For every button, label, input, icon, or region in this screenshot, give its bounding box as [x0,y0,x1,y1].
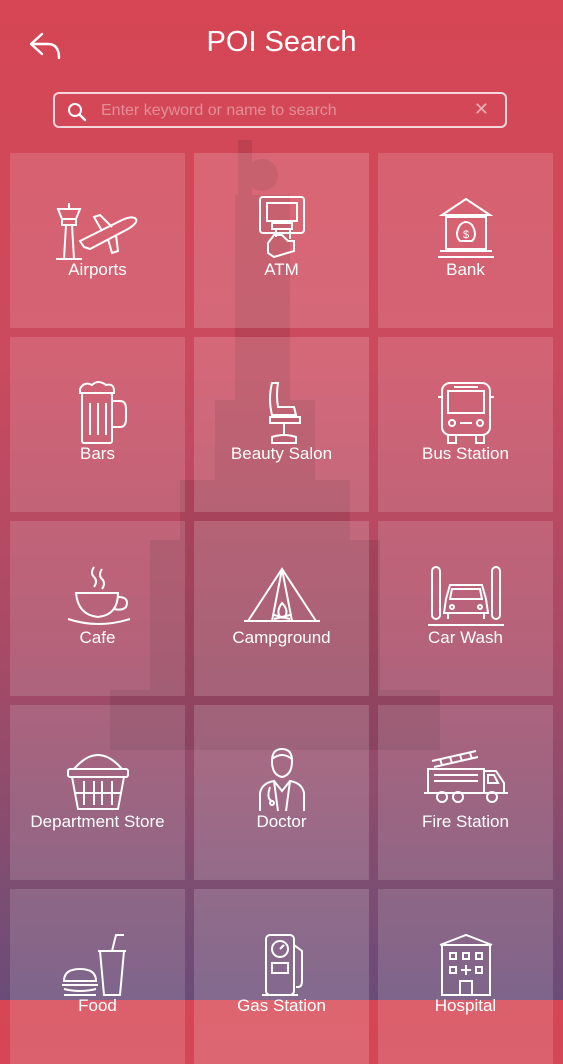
category-label: Fire Station [422,812,509,831]
header-bar: POI Search [0,0,563,90]
category-label: Bus Station [422,444,509,463]
bus-icon [437,382,494,444]
salon-chair-icon [268,382,301,444]
doctor-icon [258,747,305,812]
bank-icon: $ [437,197,494,258]
search-input[interactable] [99,98,463,124]
category-tile-atm[interactable]: ATM [194,153,369,328]
beer-mug-icon [78,381,127,444]
category-label: Airports [68,260,127,279]
category-tile-campground[interactable]: Campground [194,521,369,696]
tent-icon [243,567,320,622]
car-wash-icon [427,566,504,626]
search-icon [68,103,87,122]
category-tile-fire-station[interactable]: Fire Station [378,705,553,880]
category-label: Cafe [79,628,116,647]
category-label: Beauty Salon [230,444,333,463]
category-tile-bars[interactable]: Bars [10,337,185,512]
category-tile-airports[interactable]: Airports [10,153,185,328]
category-label: Car Wash [428,628,503,647]
category-tile-doctor[interactable]: Doctor [194,705,369,880]
category-tile-food[interactable]: Food [10,889,185,1064]
svg-text:$: $ [462,229,468,241]
category-label: ATM [264,260,299,279]
clear-search-icon[interactable]: ✕ [474,99,489,120]
category-tile-bus-station[interactable]: Bus Station [378,337,553,512]
airport-icon [55,203,137,260]
coffee-cup-icon [67,566,130,625]
category-label: Hospital [434,996,497,1015]
category-tile-car-wash[interactable]: Car Wash [378,521,553,696]
category-tile-gas-station[interactable]: Gas Station [194,889,369,1064]
atm-icon [258,196,305,259]
category-tile-cafe[interactable]: Cafe [10,521,185,696]
category-label: Food [78,996,117,1015]
category-tile-department-store[interactable]: Department Store [10,705,185,880]
category-label: Campground [232,628,331,647]
category-label: Doctor [256,812,307,831]
category-tile-beauty-salon[interactable]: Beauty Salon [194,337,369,512]
category-tile-hospital[interactable]: Hospital [378,889,553,1064]
basket-icon [66,754,129,810]
category-label: Bars [80,444,115,463]
category-tile-bank[interactable]: $ Bank [378,153,553,328]
page-title: POI Search [206,26,357,58]
fast-food-icon [61,934,126,996]
hospital-icon [439,933,492,996]
category-label: Bank [446,260,485,279]
gas-pump-icon [261,934,303,996]
search-bar: ✕ [53,92,507,128]
fire-truck-icon [423,750,508,803]
category-label: Department Store [30,812,165,831]
category-label: Gas Station [237,996,326,1015]
